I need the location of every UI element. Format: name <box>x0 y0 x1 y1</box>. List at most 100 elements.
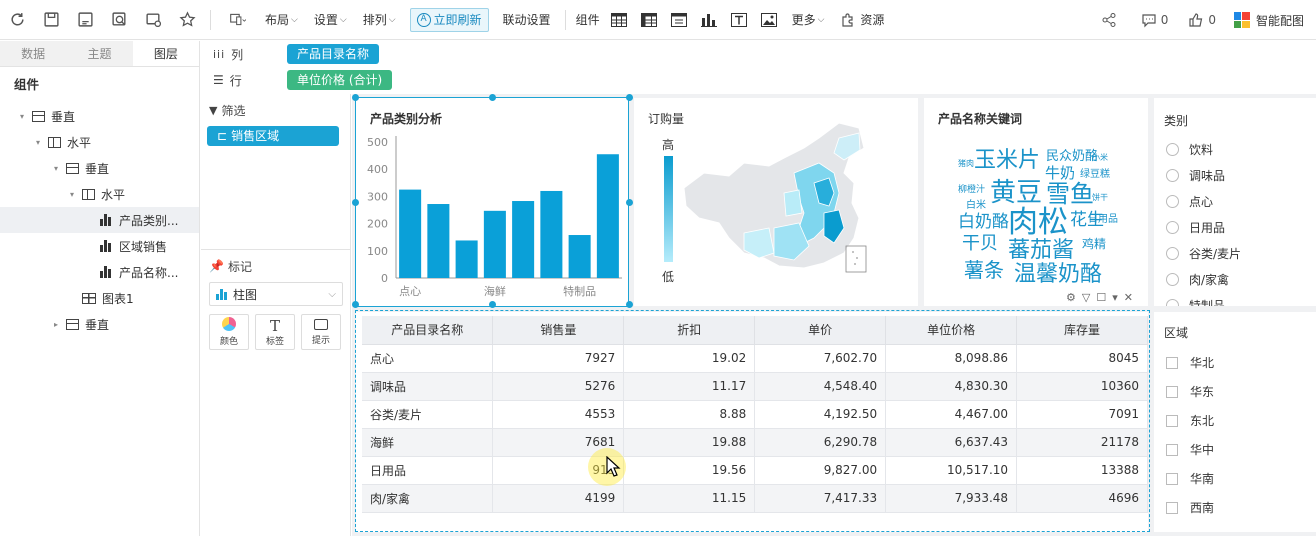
refresh-now-button[interactable]: A 立即刷新 <box>409 7 489 32</box>
share-button[interactable] <box>1091 12 1131 28</box>
resize-handle[interactable] <box>352 199 359 206</box>
layer-tree-item[interactable]: ▸ 垂直 <box>0 311 199 337</box>
layer-tree-item[interactable]: ▾ 水平 <box>0 181 199 207</box>
freestyle-table-icon[interactable] <box>664 0 694 40</box>
region-option[interactable]: 华中 <box>1154 435 1316 464</box>
maximize-icon[interactable]: ☐ <box>1096 291 1106 304</box>
region-option[interactable]: 东北 <box>1154 406 1316 435</box>
settings-image-icon[interactable] <box>136 0 170 40</box>
expand-arrow-icon[interactable]: ▾ <box>16 112 28 121</box>
radio-button[interactable] <box>1166 194 1179 208</box>
resize-handle[interactable] <box>352 301 359 308</box>
color-button[interactable]: 颜色 <box>209 314 249 350</box>
layer-tree-item[interactable]: 图表1 <box>0 285 199 311</box>
radio-button[interactable] <box>1166 220 1179 234</box>
category-option[interactable]: 饮料 <box>1154 136 1316 162</box>
expand-arrow-icon[interactable]: ▾ <box>66 190 78 199</box>
star-icon[interactable] <box>170 0 204 40</box>
tab-data[interactable]: 数据 <box>0 41 66 66</box>
save-as-icon[interactable] <box>68 0 102 40</box>
label-button[interactable]: T 标签 <box>255 314 295 350</box>
category-option[interactable]: 谷类/麦片 <box>1154 240 1316 266</box>
save-icon[interactable] <box>34 0 68 40</box>
settings-menu[interactable]: 设置 ⌵ <box>306 0 355 40</box>
checkbox[interactable] <box>1166 385 1178 398</box>
filter-icon[interactable]: ▽ <box>1082 291 1090 304</box>
checkbox[interactable] <box>1166 501 1178 514</box>
checkbox[interactable] <box>1166 356 1178 369</box>
expand-arrow-icon[interactable]: ▾ <box>50 164 62 173</box>
crosstab-icon[interactable] <box>634 0 664 40</box>
field-shelf: iii 列 产品目录名称 ☰ 行 单位价格 (合计) <box>201 41 1316 93</box>
resize-handle[interactable] <box>626 301 633 308</box>
table-widget-toolbar: ⚙ ▽ ☐ ▾ ✕ <box>1062 288 1137 306</box>
preview-icon[interactable] <box>102 0 136 40</box>
layer-tree-item[interactable]: 产品名称... <box>0 259 199 285</box>
region-filter-widget[interactable]: 区域 华北 华东 东北 华中 华南 西南 <box>1154 312 1316 532</box>
radio-button[interactable] <box>1166 142 1179 156</box>
resources-button[interactable]: 资源 <box>832 0 892 40</box>
linkage-settings-button[interactable]: 联动设置 <box>495 0 559 40</box>
column-shelf: iii 列 产品目录名称 <box>201 41 1316 67</box>
device-icon[interactable] <box>217 0 257 40</box>
row-field-pill[interactable]: 单位价格 (合计) <box>287 70 393 90</box>
collapse-arrow-icon[interactable]: ▸ <box>50 320 62 329</box>
layer-tree-item[interactable]: 产品类别... <box>0 207 199 233</box>
layer-tree-item[interactable]: ▾ 垂直 <box>0 103 199 129</box>
layer-tree-item-label: 水平 <box>67 135 92 150</box>
table-icon <box>82 292 96 304</box>
layer-tree-item[interactable]: ▾ 垂直 <box>0 155 199 181</box>
resize-handle[interactable] <box>489 94 496 101</box>
chart-type-select[interactable]: 柱图 ⌵ <box>209 282 343 306</box>
like-count: 0 <box>1208 13 1216 27</box>
image-icon[interactable] <box>754 0 784 40</box>
category-option[interactable]: 调味品 <box>1154 162 1316 188</box>
category-option[interactable]: 特制品 <box>1154 292 1316 306</box>
layer-tree-item-label: 区域销售 <box>119 239 168 254</box>
layer-tree-item[interactable]: 区域销售 <box>0 233 199 259</box>
column-field-pill[interactable]: 产品目录名称 <box>287 44 380 64</box>
map-widget[interactable]: 订购量 高 低 <box>634 98 918 306</box>
horizontal-layout-icon <box>48 136 61 148</box>
category-option[interactable]: 日用品 <box>1154 214 1316 240</box>
text-icon[interactable] <box>724 0 754 40</box>
region-option[interactable]: 华东 <box>1154 377 1316 406</box>
smart-chart-button[interactable]: 智能配图 <box>1226 12 1316 29</box>
region-option[interactable]: 西南 <box>1154 493 1316 522</box>
dropdown-icon[interactable]: ▾ <box>1112 291 1118 304</box>
close-icon[interactable]: ✕ <box>1124 291 1133 304</box>
word-cloud-widget[interactable]: 产品名称关键词 玉米片 民众奶酪 牛奶 绿豆糕 黄豆 雪鱼 柳橙汁 白米 白奶酪… <box>924 98 1148 306</box>
category-option[interactable]: 肉/家禽 <box>1154 266 1316 292</box>
checkbox[interactable] <box>1166 443 1178 456</box>
resize-handle[interactable] <box>626 199 633 206</box>
checkbox[interactable] <box>1166 472 1178 485</box>
comment-button[interactable]: 0 <box>1131 12 1179 28</box>
radio-button[interactable] <box>1166 246 1179 260</box>
like-button[interactable]: 0 <box>1178 12 1226 28</box>
filter-mark-panel: ▼ 筛选 ⊏ 销售区域 📌 标记 柱图 ⌵ 颜色 T 标签 提示 <box>201 94 351 536</box>
radio-button[interactable] <box>1166 272 1179 286</box>
checkbox[interactable] <box>1166 414 1178 427</box>
category-filter-widget[interactable]: 类别 饮料 调味品 点心 日用品 谷类/麦片 肉/家禽 特制品 <box>1154 98 1316 306</box>
table-icon[interactable] <box>604 0 634 40</box>
radio-button[interactable] <box>1166 168 1179 182</box>
tab-layers[interactable]: 图层 <box>132 41 199 66</box>
arrange-menu[interactable]: 排列 ⌵ <box>355 0 404 40</box>
region-option[interactable]: 华北 <box>1154 348 1316 377</box>
category-option[interactable]: 点心 <box>1154 188 1316 214</box>
reload-icon[interactable] <box>0 0 34 40</box>
region-option[interactable]: 华南 <box>1154 464 1316 493</box>
expand-arrow-icon[interactable]: ▾ <box>32 138 44 147</box>
bar-chart-icon[interactable] <box>694 0 724 40</box>
resize-handle[interactable] <box>489 301 496 308</box>
settings-icon[interactable]: ⚙ <box>1066 291 1076 304</box>
resize-handle[interactable] <box>352 94 359 101</box>
radio-button[interactable] <box>1166 298 1179 306</box>
tab-theme[interactable]: 主题 <box>66 41 132 66</box>
resize-handle[interactable] <box>626 94 633 101</box>
filter-field-pill[interactable]: ⊏ 销售区域 <box>207 126 339 146</box>
tooltip-button[interactable]: 提示 <box>301 314 341 350</box>
layer-tree-item[interactable]: ▾ 水平 <box>0 129 199 155</box>
layout-menu[interactable]: 布局 ⌵ <box>257 0 306 40</box>
more-menu[interactable]: 更多 ⌵ <box>784 0 833 40</box>
